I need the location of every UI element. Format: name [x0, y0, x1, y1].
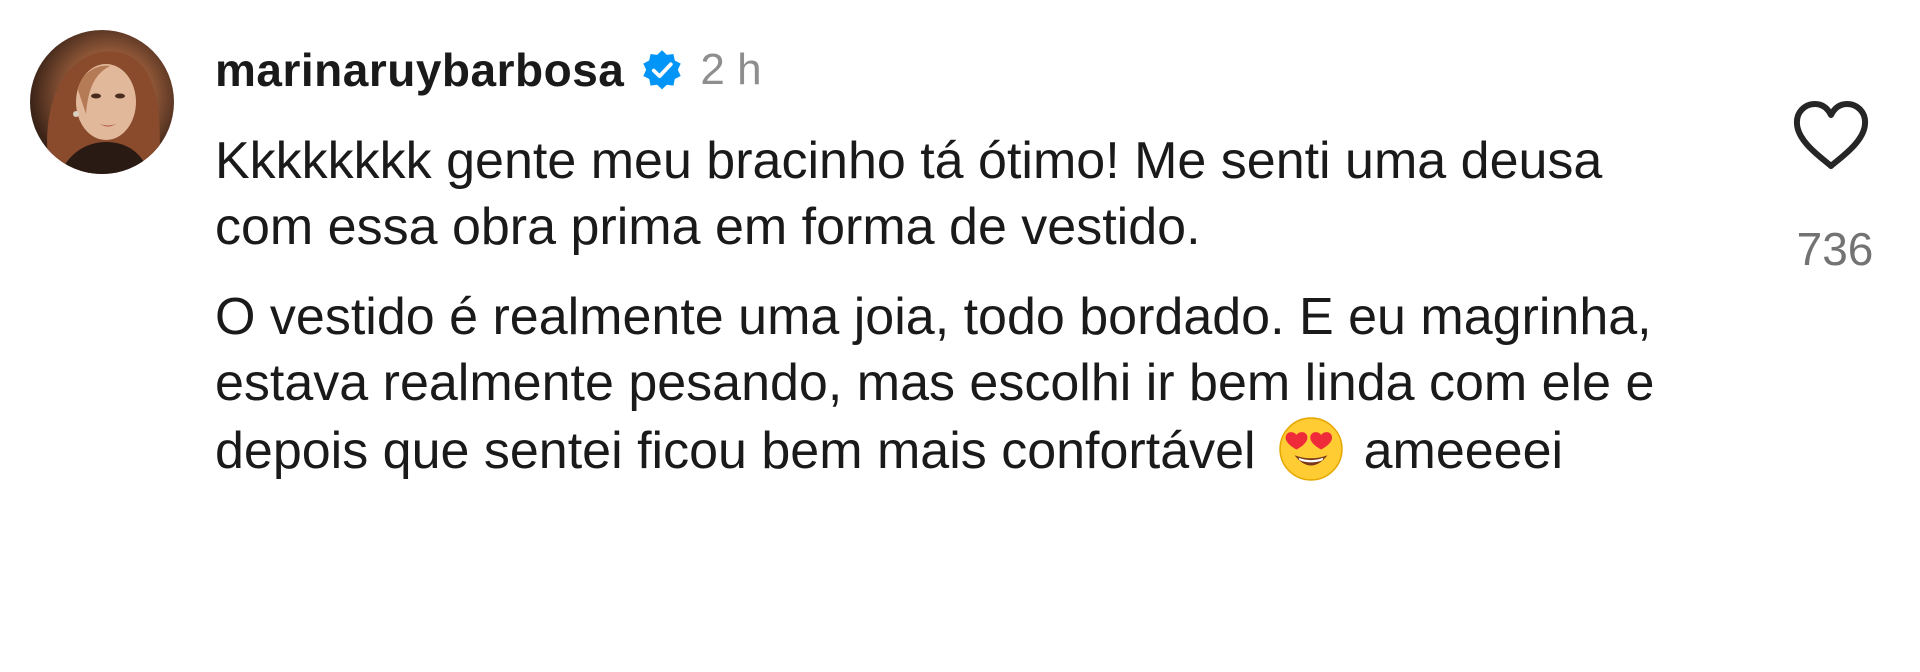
comment-text: Kkkkkkkk gente meu bracinho tá ótimo! Me…	[215, 128, 1695, 484]
comment-paragraph-1: Kkkkkkkk gente meu bracinho tá ótimo! Me…	[215, 132, 1603, 256]
heart-eyes-emoji	[1278, 416, 1344, 482]
username[interactable]: marinaruybarbosa	[215, 43, 624, 97]
comment-paragraph-2-end: ameeeei	[1363, 422, 1564, 480]
comment: marinaruybarbosa 2 h Kkkkkkkk gente meu …	[0, 0, 1920, 672]
timestamp: 2 h	[700, 45, 762, 94]
like-count: 736	[1796, 223, 1874, 275]
like-button[interactable]	[1792, 100, 1870, 172]
avatar[interactable]	[30, 30, 174, 174]
comment-paragraph-2: O vestido é realmente uma joia, todo bor…	[215, 284, 1695, 484]
verified-badge-icon	[640, 48, 684, 92]
heart-outline-icon	[1793, 101, 1869, 169]
comment-header: marinaruybarbosa 2 h	[215, 40, 762, 100]
